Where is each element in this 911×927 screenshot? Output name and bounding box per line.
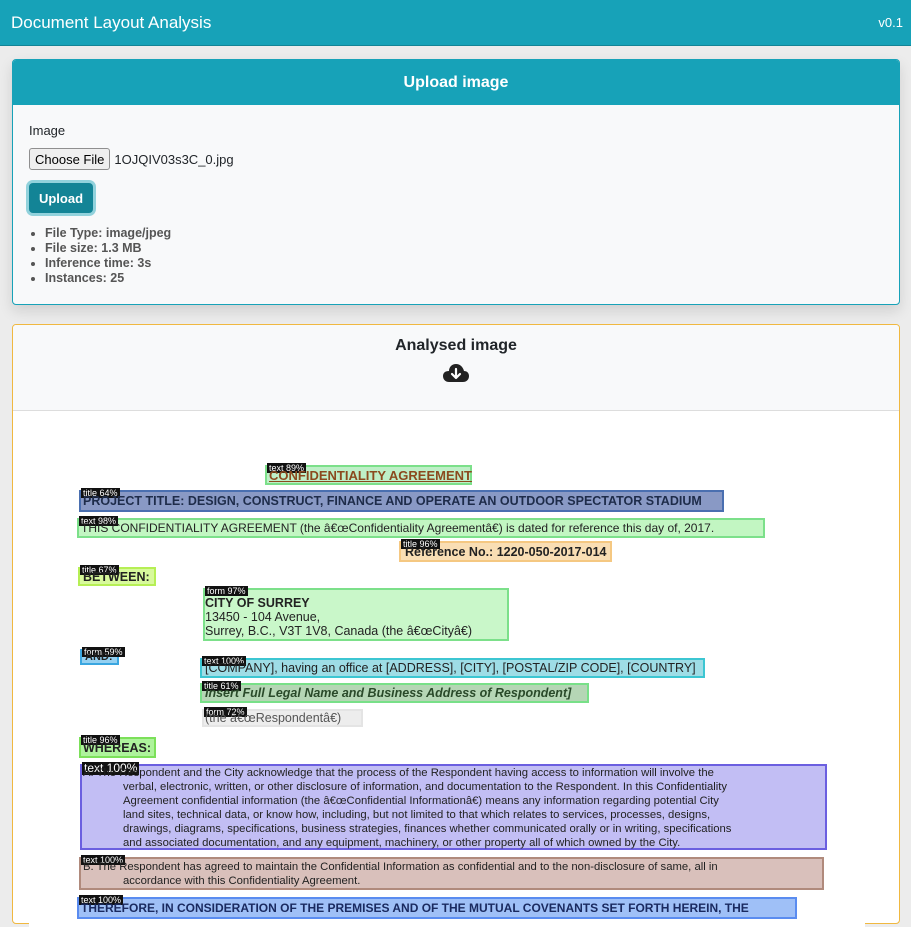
file-input[interactable]: Choose File 1OJQIV03s3C_0.jpg (29, 148, 234, 170)
doc-city-addr1: 13450 - 104 Avenue, (205, 610, 321, 624)
doc-this-line: THIS CONFIDENTIALITY AGREEMENT (the â€œC… (81, 521, 715, 535)
analysed-card-header: Analysed image (13, 325, 899, 411)
cloud-download-icon[interactable] (442, 363, 470, 383)
doc-title-text: CONFIDENTIALITY AGREEMENT (269, 468, 472, 483)
doc-para-a-line4: land sites, technical data, or know how,… (123, 809, 711, 821)
doc-para-b-line2: accordance with this Confidentiality Agr… (123, 875, 361, 887)
upload-card: Upload image Image Choose File 1OJQIV03s… (12, 59, 900, 305)
doc-city-addr2: Surrey, B.C., V3T 1V8, Canada (the â€œCi… (205, 624, 473, 638)
doc-para-a-line2: verbal, electronic, written, or other di… (123, 781, 728, 793)
choose-file-button[interactable]: Choose File (29, 148, 111, 170)
doc-whereas: WHEREAS: (83, 741, 152, 755)
meta-file-type: File Type: image/jpeg (45, 226, 171, 241)
doc-respondent-name: Insert Full Legal Name and Business Addr… (205, 686, 572, 700)
doc-para-a-line3: Agreement confidential information (the … (123, 795, 719, 807)
doc-para-a-line1: A. The Respondent and the City acknowled… (83, 767, 714, 779)
meta-file-size: File size: 1.3 MB (45, 241, 171, 256)
meta-inference-time: Inference time: 3s (45, 256, 171, 271)
doc-respondent: (the â€œRespondentâ€) (205, 711, 342, 725)
upload-card-header: Upload image (13, 60, 899, 105)
doc-para-a-line6: and associated documentation, and any eq… (123, 837, 681, 849)
doc-and: AND: (85, 651, 113, 663)
doc-para-b-line1: B. The Respondent has agreed to maintain… (83, 861, 718, 873)
navbar: Document Layout Analysis v0.1 (0, 0, 911, 46)
analysed-card: Analysed image text 89% CONFIDENTIALITY … (12, 324, 900, 927)
analysed-card-title: Analysed image (395, 337, 517, 354)
detection-label: form 97% (205, 586, 248, 596)
doc-reference: Reference No.: 1220-050-2017-014 (405, 545, 607, 559)
selected-file-name: 1OJQIV03s3C_0.jpg (114, 151, 234, 167)
image-field-label: Image (29, 123, 66, 138)
doc-between: BETWEEN: (83, 570, 150, 584)
analysed-document-image: text 89% CONFIDENTIALITY AGREEMENT title… (29, 427, 865, 927)
doc-city-name: CITY OF SURREY (205, 596, 310, 610)
doc-therefore: THEREFORE, IN CONSIDERATION OF THE PREMI… (81, 901, 749, 915)
doc-company: [COMPANY], having an office at [ADDRESS]… (205, 661, 696, 675)
file-meta-list: File Type: image/jpeg File size: 1.3 MB … (29, 226, 171, 286)
meta-instances: Instances: 25 (45, 271, 171, 286)
upload-button[interactable]: Upload (29, 183, 93, 213)
doc-para-a-line5: drawings, diagrams, specifications, busi… (123, 823, 732, 835)
app-title[interactable]: Document Layout Analysis (11, 13, 211, 33)
doc-project-title: PROJECT TITLE: DESIGN, CONSTRUCT, FINANC… (83, 494, 702, 508)
version-label: v0.1 (878, 15, 903, 30)
